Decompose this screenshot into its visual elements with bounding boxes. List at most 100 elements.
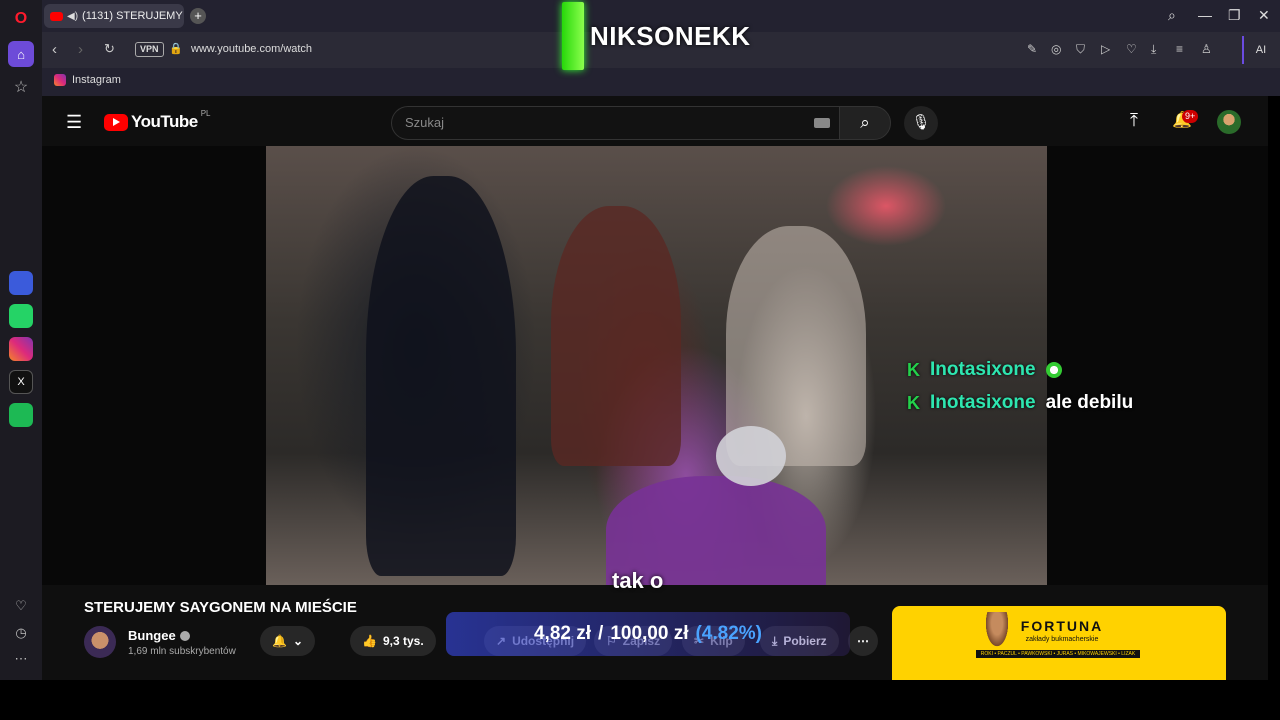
video-person: [716, 426, 786, 486]
aria-ai-button[interactable]: AI: [1242, 36, 1278, 64]
channel-avatar[interactable]: [84, 626, 116, 658]
chat-badge: K: [907, 359, 920, 380]
opera-sidebar: O ⌂ ☆ X ♡ ◷ ⋯: [0, 0, 42, 680]
like-count: 9,3 tys.: [382, 634, 424, 648]
instagram-favicon-icon: [54, 74, 66, 86]
like-button[interactable]: 👍 9,3 tys.: [350, 626, 436, 656]
notification-bell-button[interactable]: 🔔 ⌄: [260, 626, 316, 656]
avatar[interactable]: [1217, 110, 1241, 134]
back-icon[interactable]: ‹: [52, 41, 57, 58]
restore-icon[interactable]: ❐: [1228, 7, 1241, 24]
history-icon[interactable]: ◷: [8, 620, 34, 646]
download-button[interactable]: ⤓ Pobierz: [760, 626, 839, 656]
new-tab-icon[interactable]: +: [190, 8, 206, 24]
share-button[interactable]: ↗ Udostępnij: [484, 626, 587, 656]
lock-icon[interactable]: 🔒: [169, 42, 183, 55]
microphone-icon: 🎙: [911, 114, 931, 131]
shield-icon[interactable]: ⛉: [1076, 42, 1085, 57]
download-arrow-icon: ⤓: [772, 633, 778, 648]
fortuna-ad[interactable]: FORTUNA zakłady bukmacherskie ROKI • PAC…: [892, 606, 1226, 680]
bookmark-label: Instagram: [72, 74, 121, 86]
whatsapp-icon[interactable]: [9, 304, 33, 328]
chat-message: K Inotasixone ale debilu: [907, 392, 1133, 414]
channel-name[interactable]: Bungee: [128, 628, 190, 643]
chat-text: ale debilu: [1045, 392, 1134, 413]
heart-icon[interactable]: ♡: [8, 593, 34, 619]
bookmarks-bar: Instagram: [42, 68, 1280, 96]
instagram-icon[interactable]: [9, 337, 33, 361]
video-title: STERUJEMY SAYGONEM NA MIEŚCIE: [84, 599, 357, 616]
home-icon[interactable]: ⌂: [8, 41, 34, 67]
save-label: Zapisz: [622, 634, 661, 648]
youtube-logo[interactable]: YouTube PL: [104, 109, 211, 132]
ai-label: AI: [1255, 44, 1267, 56]
voice-search-button[interactable]: 🎙: [904, 106, 938, 140]
youtube-logo-text: YouTube: [131, 112, 198, 131]
tab-youtube[interactable]: ◀) (1131) STERUJEMY SA: [44, 4, 184, 28]
tab-title: (1131) STERUJEMY SA: [82, 10, 184, 22]
channel-name-text: Bungee: [128, 628, 176, 643]
menu-icon[interactable]: ☰: [66, 112, 82, 133]
scissors-icon: ✂: [694, 634, 705, 648]
video-person: [551, 206, 681, 466]
download-label: Pobierz: [783, 634, 827, 648]
notification-badge: 9+: [1182, 110, 1199, 123]
verified-icon: [179, 630, 190, 641]
profile-icon[interactable]: ♙: [1201, 42, 1212, 56]
more-icon[interactable]: ⋯: [8, 646, 34, 672]
youtube-header: ☰ YouTube PL Szukaj ⌕ 🎙 ⤒ 🔔 9+: [42, 96, 1268, 148]
ad-tagline: zakłady bukmacherskie: [1025, 636, 1099, 643]
video-person: [366, 176, 516, 576]
share-label: Udostępnij: [512, 634, 575, 648]
heart-outline-icon[interactable]: ♡: [1126, 42, 1137, 56]
more-actions-button[interactable]: ⋯: [848, 626, 878, 656]
streamer-name: NIKSONEKK: [590, 20, 751, 51]
x-icon[interactable]: X: [9, 370, 33, 394]
search-button[interactable]: ⌕: [839, 106, 891, 140]
overlay-green-bar: [562, 2, 584, 70]
messenger-icon[interactable]: [9, 271, 33, 295]
download-icon[interactable]: ⤓: [1151, 42, 1156, 57]
search-tabs-icon[interactable]: ⌕: [1168, 7, 1176, 24]
star-icon[interactable]: ☆: [8, 74, 34, 100]
streamer-overlay-logo: NIKSONEKK: [562, 2, 751, 70]
keyboard-icon[interactable]: [814, 118, 830, 128]
more-horizontal-icon: ⋯: [857, 634, 869, 648]
country-code: PL: [200, 109, 211, 118]
chat-username: Inotasixone: [930, 359, 1036, 380]
search-icon: ⌕: [860, 113, 870, 132]
bookmark-instagram[interactable]: Instagram: [54, 74, 121, 86]
ad-brand: FORTUNA: [1020, 618, 1104, 634]
emote-icon: [1045, 362, 1062, 378]
search-input[interactable]: Szukaj: [391, 106, 839, 140]
screen: O ⌂ ☆ X ♡ ◷ ⋯ ◀) (1131) STERUJEMY SA + ⌕…: [0, 0, 1280, 720]
youtube-page: ☰ YouTube PL Szukaj ⌕ 🎙 ⤒ 🔔 9+ K Inotasi…: [42, 96, 1268, 680]
chat-username: Inotasixone: [930, 392, 1036, 413]
minimize-icon[interactable]: —: [1198, 7, 1212, 23]
share-icon: ↗: [496, 634, 507, 648]
upload-icon[interactable]: ⤒: [1130, 110, 1138, 131]
camera-icon[interactable]: ◎: [1051, 42, 1061, 56]
play-icon[interactable]: ▷: [1101, 42, 1110, 56]
spotify-icon[interactable]: [9, 403, 33, 427]
easy-setup-icon[interactable]: ≡: [1176, 42, 1183, 56]
vpn-badge[interactable]: VPN: [135, 42, 164, 57]
save-button[interactable]: ⚐ Zapisz: [594, 626, 673, 656]
thumbs-up-icon: 👍: [362, 634, 377, 648]
video-subtitle: tak o: [612, 568, 664, 593]
clip-button[interactable]: ✂ Klip: [682, 626, 745, 656]
snapshot-edit-icon[interactable]: ✎: [1027, 42, 1037, 56]
youtube-favicon-icon: [50, 11, 63, 21]
bookmark-icon: ⚐: [606, 634, 617, 648]
address-url[interactable]: www.youtube.com/watch: [191, 43, 312, 55]
reload-icon[interactable]: ↻: [104, 41, 115, 57]
chevron-down-icon: ⌄: [292, 634, 304, 648]
chat-message: K Inotasixone: [907, 359, 1062, 381]
speaker-icon[interactable]: ◀): [67, 11, 78, 22]
forward-icon[interactable]: ›: [78, 41, 83, 58]
clip-label: Klip: [710, 634, 733, 648]
video-player[interactable]: K Inotasixone K Inotasixone ale debilu t…: [42, 146, 1268, 593]
close-icon[interactable]: ✕: [1258, 7, 1270, 24]
opera-menu-icon[interactable]: O: [8, 6, 34, 32]
subscriber-count: 1,69 mln subskrybentów: [128, 646, 236, 657]
